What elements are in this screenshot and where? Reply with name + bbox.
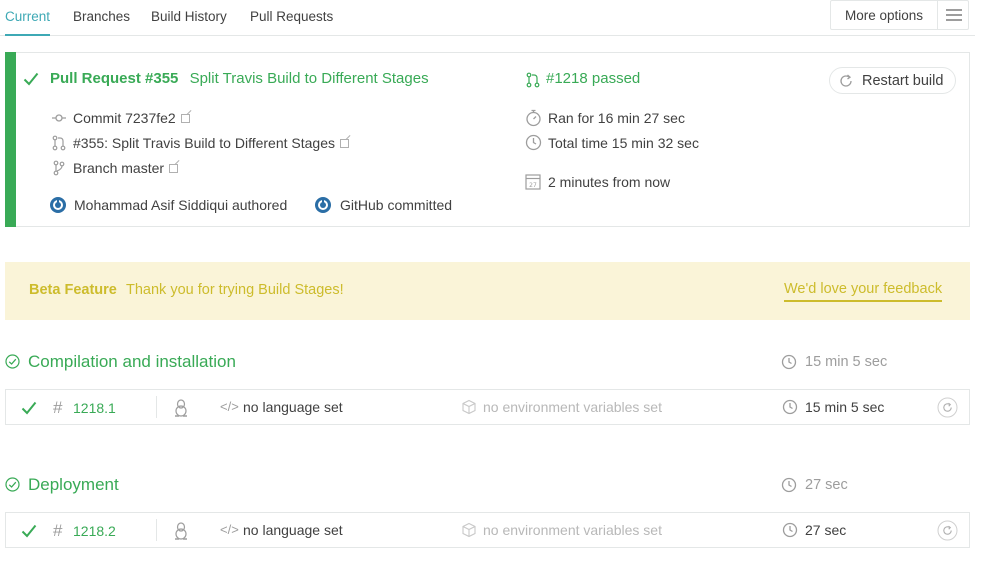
clock-icon xyxy=(781,354,797,370)
check-icon xyxy=(21,524,37,538)
commit-text: Commit 7237fe2 xyxy=(73,110,176,126)
hamburger-menu-icon[interactable] xyxy=(937,1,969,29)
status-stripe xyxy=(5,52,16,227)
calendar-day: 27 xyxy=(529,182,537,189)
branch-icon xyxy=(53,160,65,176)
code-icon: </> xyxy=(220,522,239,537)
external-link-icon xyxy=(180,114,190,123)
total-time-text: Total time 15 min 32 sec xyxy=(548,135,699,151)
hash-icon: # xyxy=(53,521,63,540)
pull-request-title[interactable]: Split Travis Build to Different Stages xyxy=(190,70,429,87)
clock-icon xyxy=(782,522,798,538)
job-duration: 15 min 5 sec xyxy=(805,399,885,415)
tab-branches[interactable]: Branches xyxy=(73,0,130,36)
environment-box-icon xyxy=(462,522,476,538)
branch-link[interactable]: Branch master xyxy=(73,160,179,176)
commit-icon xyxy=(52,114,66,122)
stage-passed-icon xyxy=(5,354,20,369)
job-env: no environment variables set xyxy=(483,522,662,538)
clock-icon xyxy=(525,134,542,151)
check-icon xyxy=(23,72,39,86)
check-icon xyxy=(21,401,37,415)
stopwatch-icon xyxy=(526,109,541,127)
tab-current[interactable]: Current xyxy=(5,0,51,36)
stage-duration: 15 min 5 sec xyxy=(805,354,888,370)
stage-title: Deployment xyxy=(28,475,119,494)
divider xyxy=(156,396,157,418)
divider xyxy=(156,519,157,541)
job-number[interactable]: 1218.2 xyxy=(73,523,116,539)
job-duration: 27 sec xyxy=(805,522,847,538)
environment-box-icon xyxy=(462,399,476,415)
pull-request-link[interactable]: #355: Split Travis Build to Different St… xyxy=(73,135,349,151)
ran-for-text: Ran for 16 min 27 sec xyxy=(548,110,685,126)
pull-request-ref: #355: Split Travis Build to Different St… xyxy=(73,135,335,151)
restart-build-label: Restart build xyxy=(862,73,944,89)
more-options-label: More options xyxy=(845,8,924,23)
restart-icon xyxy=(840,74,852,87)
job-env: no environment variables set xyxy=(483,399,662,415)
tab-build-history[interactable]: Build History xyxy=(151,0,227,36)
code-icon: </> xyxy=(220,399,239,414)
commit-link[interactable]: Commit 7237fe2 xyxy=(73,110,190,126)
beta-label: Beta Feature xyxy=(29,282,117,298)
beta-feature-banner: Beta Feature Thank you for trying Build … xyxy=(5,262,970,320)
committer-text: GitHub committed xyxy=(340,197,453,213)
committer-avatar-icon xyxy=(315,197,331,213)
restart-build-button[interactable]: Restart build xyxy=(829,67,956,94)
tab-pull-requests[interactable]: Pull Requests xyxy=(250,0,333,36)
branch-text: Branch master xyxy=(73,160,165,176)
linux-icon xyxy=(175,522,187,540)
clock-icon xyxy=(781,477,797,493)
author-text: Mohammad Asif Siddiqui authored xyxy=(74,197,288,213)
job-language: no language set xyxy=(243,522,343,538)
build-title: Pull Request #355 Split Travis Build to … xyxy=(50,70,429,87)
tab-bar: Current Branches Build History Pull Requ… xyxy=(0,0,975,36)
job-row[interactable]: # 1218.1 </> no language set no environm… xyxy=(5,389,970,425)
job-number[interactable]: 1218.1 xyxy=(73,400,116,416)
stage-duration: 27 sec xyxy=(805,477,848,493)
build-number-icon xyxy=(526,72,540,88)
restart-job-icon[interactable] xyxy=(937,520,958,541)
external-link-icon xyxy=(169,164,179,173)
clock-icon xyxy=(782,399,798,415)
feedback-link[interactable]: We'd love your feedback xyxy=(784,281,943,302)
stage-title: Compilation and installation xyxy=(28,352,236,371)
restart-job-icon[interactable] xyxy=(937,397,958,418)
build-status-text[interactable]: #1218 passed xyxy=(546,70,640,87)
linux-icon xyxy=(175,399,187,417)
hash-icon: # xyxy=(53,398,63,417)
pull-request-label[interactable]: Pull Request #355 xyxy=(50,70,178,87)
beta-message: Thank you for trying Build Stages! xyxy=(126,282,344,298)
more-options-button[interactable]: More options xyxy=(830,0,969,30)
stage-passed-icon xyxy=(5,477,20,492)
job-language: no language set xyxy=(243,399,343,415)
job-row[interactable]: # 1218.2 </> no language set no environm… xyxy=(5,512,970,548)
author-avatar-icon xyxy=(50,197,66,213)
external-link-icon xyxy=(340,139,349,148)
pull-request-icon xyxy=(52,135,66,151)
finished-time-text: 2 minutes from now xyxy=(548,174,671,190)
calendar-icon: 27 xyxy=(525,174,541,190)
